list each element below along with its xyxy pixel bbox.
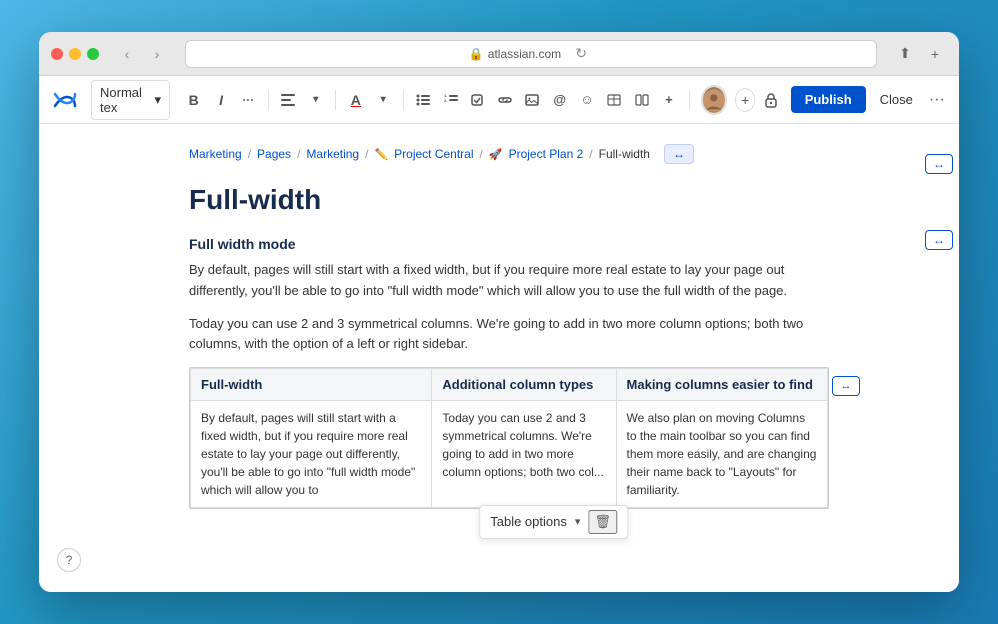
close-traffic-light[interactable] — [51, 48, 63, 60]
breadcrumb-marketing[interactable]: Marketing — [189, 147, 242, 161]
divider-1 — [268, 90, 269, 110]
avatar-image — [703, 87, 725, 113]
breadcrumb-sep-4: / — [480, 147, 483, 161]
text-style-label: Normal tex — [100, 85, 151, 115]
breadcrumb-sep-1: / — [248, 147, 251, 161]
editor-container: Normal tex ▾ B I ··· ▾ A ▾ 1.2. — [39, 76, 959, 592]
back-button[interactable]: ‹ — [115, 42, 139, 66]
table-options-label: Table options — [490, 512, 567, 532]
browser-window: ‹ › 🔒 atlassian.com ↻ ⬆ + Normal tex ▾ — [39, 32, 959, 592]
breadcrumb-project-central[interactable]: Project Central — [394, 147, 473, 161]
breadcrumb-marketing-2[interactable]: Marketing — [306, 147, 359, 161]
table-expand-button[interactable]: ↔ — [832, 376, 860, 396]
breadcrumb: Marketing / Pages / Marketing / ✏️ Proje… — [189, 144, 829, 164]
text-style-dropdown[interactable]: Normal tex ▾ — [91, 80, 170, 120]
publish-button[interactable]: Publish — [791, 86, 866, 113]
table-wrapper: ↔ Full-width Additional column types Mak… — [189, 367, 829, 509]
table-cell-2-text: Today you can use 2 and 3 symmetrical co… — [442, 411, 603, 479]
breadcrumb-current: Full-width — [599, 147, 650, 161]
project-plan-icon: 🚀 — [489, 148, 503, 161]
lock-icon: 🔒 — [469, 47, 484, 61]
share-button[interactable]: ⬆ — [893, 42, 917, 66]
numbered-list-button[interactable]: 1.2. — [439, 86, 462, 114]
project-central-icon: ✏️ — [374, 148, 388, 161]
browser-actions: ⬆ + — [893, 42, 947, 66]
browser-nav: ‹ › — [115, 42, 169, 66]
page-title: Full-width — [189, 184, 829, 216]
address-bar[interactable]: 🔒 atlassian.com ↻ — [185, 40, 877, 68]
paragraph-1: By default, pages will still start with … — [189, 260, 829, 302]
table-delete-button[interactable]: 🗑 — [588, 510, 617, 534]
divider-3 — [403, 90, 404, 110]
refresh-button[interactable]: ↻ — [569, 42, 593, 66]
content-section: Full width mode By default, pages will s… — [189, 236, 829, 355]
breadcrumb-project-plan[interactable]: Project Plan 2 — [509, 147, 584, 161]
expand-width-button[interactable]: ↔ — [925, 154, 953, 174]
align-button[interactable] — [277, 86, 300, 114]
table-header-row: Full-width Additional column types Makin… — [191, 369, 828, 401]
user-avatar[interactable] — [701, 85, 727, 115]
table-options-bar: Table options ▾ 🗑 — [479, 505, 628, 539]
task-button[interactable] — [466, 86, 489, 114]
section-heading: Full width mode — [189, 236, 829, 252]
insert-more-button[interactable]: + — [657, 86, 680, 114]
divider-4 — [689, 90, 690, 110]
italic-button[interactable]: I — [209, 86, 232, 114]
maximize-traffic-light[interactable] — [87, 48, 99, 60]
paragraph-2: Today you can use 2 and 3 symmetrical co… — [189, 314, 829, 356]
dropdown-chevron: ▾ — [155, 92, 162, 108]
close-button[interactable]: Close — [870, 86, 923, 113]
browser-titlebar: ‹ › 🔒 atlassian.com ↻ ⬆ + — [39, 32, 959, 76]
toolbar: Normal tex ▾ B I ··· ▾ A ▾ 1.2. — [39, 76, 959, 124]
confluence-logo — [51, 86, 79, 114]
table-row: By default, pages will still start with … — [191, 401, 828, 508]
help-button[interactable]: ? — [57, 548, 81, 572]
table-cell-2: Today you can use 2 and 3 symmetrical co… — [432, 401, 616, 508]
table-header-fullwidth: Full-width — [191, 369, 432, 401]
bullet-list-button[interactable] — [412, 86, 435, 114]
breadcrumb-expand-button[interactable]: ↔ — [664, 144, 694, 164]
right-sidebar: ↔ ↔ Feedback — [919, 124, 959, 592]
columns-button[interactable] — [630, 86, 653, 114]
add-collaborator-button[interactable]: + — [735, 88, 755, 112]
text-color-button[interactable]: A — [344, 86, 367, 114]
bold-button[interactable]: B — [182, 86, 205, 114]
align-chevron[interactable]: ▾ — [304, 86, 327, 114]
lock-button[interactable] — [759, 86, 782, 114]
expand-table-button[interactable]: ↔ — [925, 230, 953, 250]
table-button[interactable] — [603, 86, 626, 114]
at-mention-button[interactable]: @ — [548, 86, 571, 114]
left-sidebar: ? — [39, 124, 99, 592]
emoji-button[interactable]: ☺ — [575, 86, 598, 114]
table-header-find: Making columns easier to find — [616, 369, 827, 401]
more-formatting-button[interactable]: ··· — [237, 86, 260, 114]
table-cell-3: We also plan on moving Columns to the ma… — [616, 401, 827, 508]
editor-content: ? Marketing / Pages / Marketing / ✏️ Pro… — [39, 124, 959, 592]
image-button[interactable] — [521, 86, 544, 114]
text-color-chevron[interactable]: ▾ — [372, 86, 395, 114]
content-table: Full-width Additional column types Makin… — [190, 368, 828, 508]
breadcrumb-sep-2: / — [297, 147, 300, 161]
forward-button[interactable]: › — [145, 42, 169, 66]
toolbar-more-button[interactable]: ··· — [927, 88, 947, 112]
breadcrumb-sep-5: / — [589, 147, 592, 161]
add-tab-button[interactable]: + — [923, 42, 947, 66]
table-header-columns: Additional column types — [432, 369, 616, 401]
table-options-chevron: ▾ — [575, 514, 581, 531]
url-text: atlassian.com — [488, 47, 561, 61]
svg-text:2.: 2. — [444, 98, 447, 103]
traffic-lights — [51, 48, 99, 60]
main-content: Marketing / Pages / Marketing / ✏️ Proje… — [189, 124, 829, 592]
breadcrumb-pages[interactable]: Pages — [257, 147, 291, 161]
link-button[interactable] — [494, 86, 517, 114]
divider-2 — [335, 90, 336, 110]
minimize-traffic-light[interactable] — [69, 48, 81, 60]
table-cell-1: By default, pages will still start with … — [191, 401, 432, 508]
breadcrumb-sep-3: / — [365, 147, 368, 161]
